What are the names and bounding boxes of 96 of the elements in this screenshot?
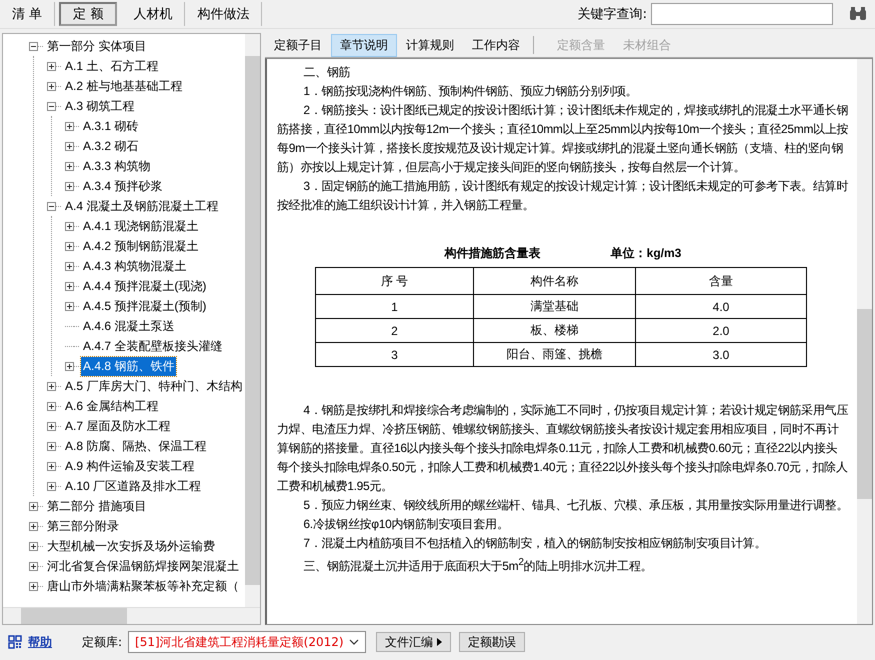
tree-item[interactable]: A.3.1 砌砖 [81,116,140,136]
expand-icon[interactable] [47,82,56,90]
table-cell: 4.0 [636,294,806,318]
library-dropdown[interactable]: [51]河北省建筑工程消耗量定额(2012) [128,631,366,653]
search-field[interactable] [651,3,833,25]
paragraph: 4．钢筋是按绑扎和焊接综合考虑编制的，实际施工不同时，仍按项目规定计算；若设计规定钢筋采用气压力焊、电渣压力焊、冷挤压钢筋、锥螺纹钢筋接头、直螺纹钢筋接头者按设计规定套用相应项目，同时不再计算钢筋的搭接量。直径16以内接头每个接头扣除电焊条0.11元，扣除人工费和机械费0.60元；直径22以内接头每个接头扣除电焊条0.50元，扣除人工费和机械费1.40元；直径22以外接头每个接头扣除电焊条0.70元，扣除人工费和机械费1.95元。 [277,402,849,495]
expand-icon[interactable] [65,282,74,290]
tree-item[interactable]: 第三部分附录 [45,516,121,536]
library-label: 定额库: [82,634,122,650]
collapse-icon[interactable] [29,42,38,50]
tree-item[interactable]: A.3.2 砌石 [81,136,140,156]
tree-item[interactable]: A.4.7 全装配壁板接头灌缝 [81,336,224,356]
expand-icon[interactable] [65,142,74,150]
tree-item[interactable]: A.5 厂库房大门、特种门、木结构 [63,376,244,396]
tree-item[interactable]: A.8 防腐、隔热、保温工程 [63,436,208,456]
paragraph: 二、钢筋 [302,64,352,81]
collapse-icon[interactable] [47,102,56,110]
tree-item[interactable]: A.4.2 预制钢筋混凝土 [81,236,200,256]
column-header: 构件名称 [474,268,636,294]
tree-item[interactable]: A.1 土、石方工程 [63,56,160,76]
tree-item[interactable]: A.4.5 预拌混凝土(预制) [81,296,208,316]
help-link[interactable]: 帮助 [28,634,52,650]
footer-button[interactable]: 定额勘误 [459,632,526,652]
tree-vertical-scrollbar[interactable] [245,34,260,607]
collapse-icon[interactable] [47,202,56,210]
column-header: 含量 [636,268,806,294]
qr-code-icon[interactable] [8,635,22,649]
expand-icon[interactable] [29,562,38,570]
tree-item[interactable]: A.7 屋面及防水工程 [63,416,172,436]
expand-icon[interactable] [47,482,56,490]
expand-icon[interactable] [47,462,56,470]
expand-icon[interactable] [65,302,74,310]
expand-icon[interactable] [65,182,74,190]
expand-icon[interactable] [29,582,38,590]
tree-item[interactable]: A.4.1 现浇钢筋混凝土 [81,216,200,236]
content-tab[interactable]: 章节说明 [331,34,397,56]
expand-icon[interactable] [65,262,74,270]
tree-item[interactable]: A.4.6 混凝土泵送 [81,316,176,336]
expand-icon[interactable] [29,542,38,550]
column-header: 序 号 [316,268,474,294]
table-cell: 3 [316,342,474,366]
expand-icon[interactable] [29,502,38,510]
table-cell: 3.0 [636,342,806,366]
tree-item[interactable]: A.4.4 预拌混凝土(现浇) [81,276,208,296]
tree-item[interactable]: A.4.8 钢筋、铁件 [81,356,176,376]
tree-item[interactable]: A.3.3 构筑物 [81,156,152,176]
content-tab[interactable]: 计算规则 [397,34,463,56]
tree-item[interactable]: A.6 金属结构工程 [63,396,160,416]
tree-item[interactable]: A.2 桩与地基基础工程 [63,76,184,96]
table-unit: 单位：kg/m3 [610,245,682,262]
paragraph: 3．固定钢筋的施工措施用筋，设计图纸有规定的按设计规定计算；设计图纸未规定的可参考下表。结算时按经批准的施工组织设计计算，并入钢筋工程量。 [277,178,849,214]
paragraph: 5．预应力钢丝束、钢绞线所用的螺丝端杆、锚具、七孔板、穴模、承压板，其用量按实际用量进行调整。 [302,497,849,514]
paragraph: 7．混凝土内植筋项目不包括植入的钢筋制安，植入的钢筋制安按相应钢筋制安项目计算。 [302,535,768,552]
tree-item[interactable]: 第一部分 实体项目 [45,36,148,56]
table-cell: 1 [316,294,474,318]
search-label: 关键字查询: [578,6,647,23]
table-cell: 满堂基础 [474,294,636,318]
paragraph: 6.冷拔钢丝按φ10内钢筋制安项目套用。 [302,516,510,533]
table-cell: 阳台、雨篷、挑檐 [474,342,636,366]
expand-icon[interactable] [47,62,56,70]
triangle-right-icon [437,638,442,646]
tree-horizontal-scrollbar[interactable] [3,607,260,624]
expand-icon[interactable] [47,442,56,450]
paragraph: 2．钢筋接头：设计图纸已规定的按设计图纸计算；设计图纸未作规定的，焊接或绑扎的混凝土水平通长钢筋搭接，直径10mm以内按每12m一个接头；直径10mm以上至25mm以内按每10m一个接头；直径25mm以上按每9m一个接头计算，搭接长度按规范及设计规定计算。焊接或绑扎的混凝土竖向通长钢筋（支墙、柱的竖向钢筋）亦按以上规定计算，但层高小于规定接头间距的竖向钢筋接头，按每自然层一个计算。 [277,102,849,176]
tree-item[interactable]: 河北省复合保温钢筋焊接网架混凝土 [45,556,241,576]
tree-item[interactable]: A.4 混凝土及钢筋混凝土工程 [63,196,220,216]
expand-icon[interactable] [65,162,74,170]
tree-item[interactable]: 第二部分 措施项目 [45,496,148,516]
table-title: 构件措施筋含量表 [444,245,541,262]
expand-icon[interactable] [47,382,56,390]
tree-item[interactable]: A.4.3 构筑物混凝土 [81,256,188,276]
tree-item[interactable]: 大型机械一次安拆及场外运输费 [45,536,217,556]
expand-icon[interactable] [65,242,74,250]
paragraph: 三、钢筋混凝土沉井适用于底面积大于5m$^{2}$的陆上明排水沉井工程。 [302,556,654,575]
expand-icon[interactable] [65,222,74,230]
tree-item[interactable]: A.3 砌筑工程 [63,96,136,116]
expand-icon[interactable] [29,522,38,530]
table-cell: 2.0 [636,318,806,342]
toolbar-tab[interactable]: 定 额 [59,2,118,26]
content-tab[interactable]: 工作内容 [463,34,529,56]
document-scrollbar[interactable] [857,59,872,624]
expand-icon[interactable] [47,422,56,430]
expand-icon[interactable] [65,122,74,130]
tree-item[interactable]: A.10 厂区道路及排水工程 [63,476,204,496]
content-tab[interactable]: 定额子目 [265,34,331,56]
binoculars-icon[interactable] [849,7,867,21]
expand-icon[interactable] [47,402,56,410]
footer-button[interactable]: 文件汇编 [376,632,452,652]
paragraph: 1．钢筋按现浇构件钢筋、预制构件钢筋、预应力钢筋分别列项。 [302,83,638,100]
tree-item[interactable]: A.3.4 预拌砂浆 [81,176,164,196]
table-cell: 板、楼梯 [474,318,636,342]
table-cell: 2 [316,318,474,342]
tree-item[interactable]: 唐山市外墙满粘聚苯板等补充定额（ [45,576,241,596]
expand-icon[interactable] [65,362,74,370]
tree-item[interactable]: A.9 构件运输及安装工程 [63,456,196,476]
chevron-down-icon [349,639,360,645]
